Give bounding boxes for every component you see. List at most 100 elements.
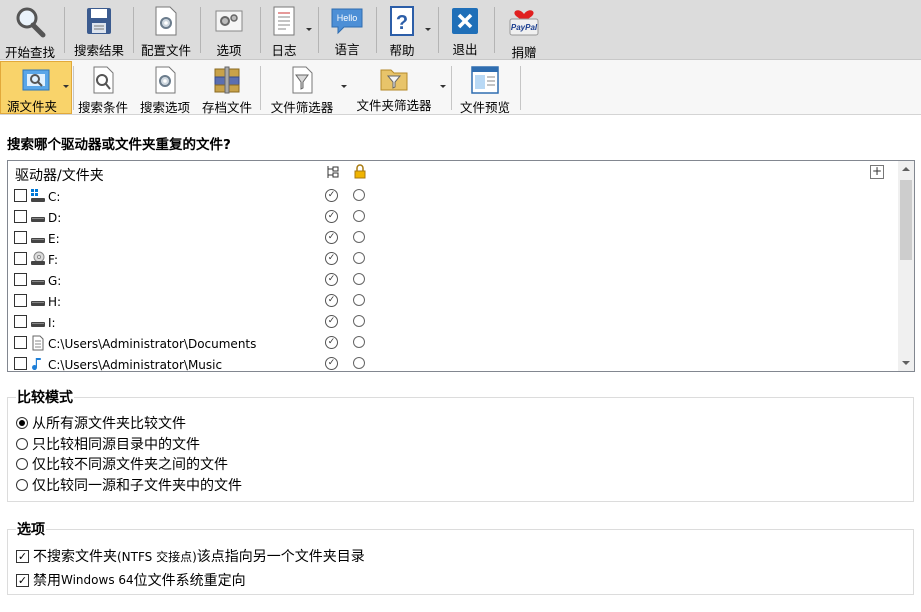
scroll-down-arrow-icon[interactable]	[902, 361, 910, 365]
donate-button[interactable]: PayPal 捐赠	[502, 3, 546, 60]
folder-filter-label: 文件夹筛选器	[356, 98, 432, 113]
protect-radio[interactable]	[353, 273, 365, 285]
row-checkbox[interactable]	[14, 210, 27, 223]
options-gear-icon	[212, 5, 246, 37]
option-checkbox[interactable]: ✓	[16, 573, 29, 587]
options-title: 选项	[16, 519, 46, 539]
include-subfolders-toggle[interactable]: ✓	[325, 231, 338, 244]
drive-list-row[interactable]: I: ✓	[8, 312, 898, 333]
protect-radio[interactable]	[353, 315, 365, 327]
protect-radio[interactable]	[353, 336, 365, 348]
include-subfolders-column-icon[interactable]	[326, 165, 340, 182]
file-preview-button[interactable]: 文件预览	[456, 61, 514, 115]
options-label: 选项	[216, 43, 242, 58]
search-options-button[interactable]: 搜索选项	[137, 61, 193, 115]
start-search-button[interactable]: 开始查找	[2, 3, 58, 60]
drive-list-row[interactable]: C:\Users\Administrator\Music ✓	[8, 354, 898, 371]
help-button[interactable]: ? 帮助	[382, 3, 422, 58]
protect-radio[interactable]	[353, 357, 365, 369]
include-subfolders-toggle[interactable]: ✓	[325, 273, 338, 286]
list-header: 驱动器/文件夹 +	[8, 161, 898, 185]
add-folder-button[interactable]: +	[870, 165, 884, 179]
compare-option-label: 仅比较同一源和子文件夹中的文件	[32, 478, 242, 494]
row-checkbox[interactable]	[14, 336, 27, 349]
log-dropdown-arrow[interactable]	[306, 28, 312, 31]
file-filter-dropdown-arrow[interactable]	[341, 85, 347, 88]
drive-list-row[interactable]: F: ✓	[8, 249, 898, 270]
option-label-part: Windows 64	[61, 573, 134, 587]
protect-lock-column-icon[interactable]	[354, 164, 366, 182]
row-checkbox[interactable]	[14, 273, 27, 286]
exit-label: 退出	[452, 42, 478, 57]
compare-option-radio[interactable]	[16, 438, 28, 450]
compare-option-different-sources[interactable]: 仅比较不同源文件夹之间的文件	[16, 454, 228, 474]
config-file-icon	[149, 5, 183, 37]
include-subfolders-toggle[interactable]: ✓	[325, 294, 338, 307]
include-subfolders-toggle[interactable]: ✓	[325, 189, 338, 202]
include-subfolders-toggle[interactable]: ✓	[325, 252, 338, 265]
exit-button[interactable]: 退出	[445, 3, 485, 58]
include-subfolders-toggle[interactable]: ✓	[325, 210, 338, 223]
source-folder-icon	[20, 66, 52, 94]
config-file-button[interactable]: 配置文件	[138, 3, 194, 58]
toolbar-separator	[494, 7, 495, 53]
include-subfolders-toggle[interactable]: ✓	[325, 336, 338, 349]
option-disable-wow64-redirection[interactable]: ✓ 禁用 Windows 64 位文件系统重定向	[16, 570, 246, 590]
drive-list-row[interactable]: C: ✓	[8, 186, 898, 207]
search-criteria-button[interactable]: 搜索条件	[76, 61, 130, 115]
scroll-up-arrow-icon[interactable]	[902, 167, 910, 171]
row-checkbox[interactable]	[14, 294, 27, 307]
list-scrollbar[interactable]	[898, 161, 914, 371]
source-folder-dropdown-arrow[interactable]	[63, 85, 69, 88]
protect-radio[interactable]	[353, 294, 365, 306]
search-results-button[interactable]: 搜索结果	[70, 3, 128, 58]
protect-radio[interactable]	[353, 252, 365, 264]
svg-text:?: ?	[396, 12, 408, 34]
drive-list-row[interactable]: E: ✓	[8, 228, 898, 249]
file-filter-button[interactable]: 文件筛选器	[266, 61, 338, 115]
drive-icon	[30, 209, 46, 225]
compare-option-radio[interactable]	[16, 417, 28, 429]
row-checkbox[interactable]	[14, 252, 27, 265]
row-checkbox[interactable]	[14, 231, 27, 244]
system-drive-icon	[30, 188, 46, 204]
drive-list-row[interactable]: D: ✓	[8, 207, 898, 228]
include-subfolders-toggle[interactable]: ✓	[325, 357, 338, 370]
drive-list-row[interactable]: H: ✓	[8, 291, 898, 312]
row-checkbox[interactable]	[14, 357, 27, 370]
compare-option-radio[interactable]	[16, 458, 28, 470]
compare-option-same-and-subfolders[interactable]: 仅比较同一源和子文件夹中的文件	[16, 475, 242, 495]
include-subfolders-toggle[interactable]: ✓	[325, 315, 338, 328]
archive-icon	[211, 65, 243, 95]
protect-radio[interactable]	[353, 231, 365, 243]
compare-option-all-sources[interactable]: 从所有源文件夹比较文件	[16, 413, 186, 433]
scrollbar-thumb[interactable]	[900, 180, 912, 260]
row-checkbox[interactable]	[14, 315, 27, 328]
folder-filter-button[interactable]: 文件夹筛选器	[352, 61, 436, 114]
toolbar-separator	[73, 66, 74, 110]
row-checkbox[interactable]	[14, 189, 27, 202]
drive-list-row[interactable]: C:\Users\Administrator\Documents ✓	[8, 333, 898, 354]
options-group: 选项 ✓ 不搜索文件夹 (NTFS 交接点) 该点指向另一个文件夹目录 ✓ 禁用…	[7, 519, 914, 595]
list-header-title: 驱动器/文件夹	[15, 168, 104, 184]
protect-radio[interactable]	[353, 210, 365, 222]
archive-files-button[interactable]: 存档文件	[199, 61, 255, 115]
options-button[interactable]: 选项	[206, 3, 252, 58]
row-path-label: E:	[48, 232, 60, 246]
drive-list-row[interactable]: G: ✓	[8, 270, 898, 291]
protect-radio[interactable]	[353, 189, 365, 201]
language-button[interactable]: Hello 语言	[325, 3, 369, 58]
folder-filter-dropdown-arrow[interactable]	[440, 85, 446, 88]
compare-option-same-source[interactable]: 只比较相同源目录中的文件	[16, 434, 200, 454]
log-button[interactable]: 日志	[264, 3, 304, 58]
row-path-label: I:	[48, 316, 56, 330]
option-checkbox[interactable]: ✓	[16, 549, 29, 563]
option-skip-junction-points[interactable]: ✓ 不搜索文件夹 (NTFS 交接点) 该点指向另一个文件夹目录	[16, 546, 365, 566]
toolbar-separator	[64, 7, 65, 53]
help-dropdown-arrow[interactable]	[425, 28, 431, 31]
compare-option-label: 仅比较不同源文件夹之间的文件	[32, 457, 228, 473]
row-path-label: G:	[48, 274, 62, 288]
source-folder-button[interactable]: 源文件夹	[0, 61, 72, 114]
compare-option-radio[interactable]	[16, 479, 28, 491]
paypal-icon: PayPal	[507, 5, 541, 39]
